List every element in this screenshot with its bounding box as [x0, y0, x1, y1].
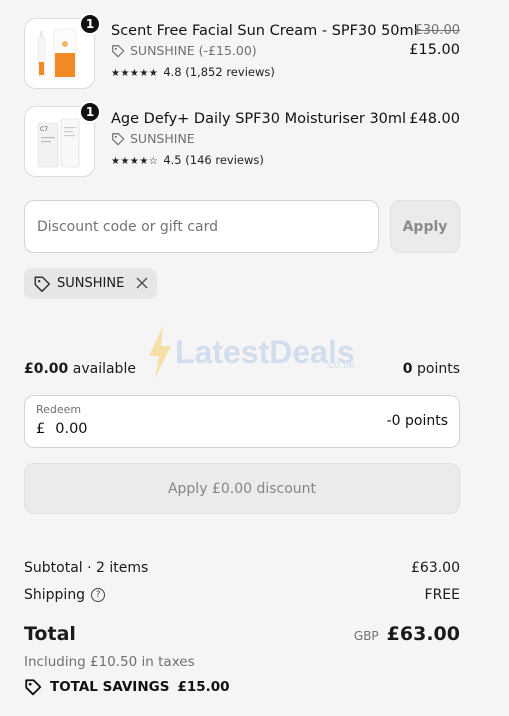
tax-note: Including £10.50 in taxes	[24, 654, 195, 670]
help-icon[interactable]: ?	[91, 588, 106, 602]
shipping-row: Shipping? FREE	[24, 587, 460, 603]
total-row: Total GBP £63.00	[24, 623, 460, 645]
currency-symbol: £	[36, 421, 46, 437]
discount-label: SUNSHINE (-£15.00)	[130, 43, 257, 58]
apply-points-discount-button[interactable]: Apply £0.00 discount	[24, 463, 460, 514]
item-price: £48.00	[409, 111, 460, 127]
points-available: £0.00 available	[24, 361, 136, 377]
price-block: £30.00 £15.00	[409, 23, 460, 58]
tag-icon	[34, 276, 51, 292]
applied-discount-chip: SUNSHINE	[24, 268, 158, 299]
original-price: £30.00	[414, 23, 461, 38]
tag-icon	[25, 679, 42, 696]
shipping-label: Shipping	[24, 587, 86, 603]
shipping-label-wrap: Shipping?	[24, 587, 106, 603]
savings-value: £15.00	[177, 679, 230, 695]
tag-icon	[112, 44, 125, 57]
points-label: points	[417, 361, 460, 377]
svg-text:C7: C7	[40, 126, 48, 133]
rating-text: 4.5 (146 reviews)	[163, 153, 264, 167]
cart-item: 1 Scent Free Facial Sun Cream - SPF30 50…	[24, 13, 460, 90]
shipping-value: FREE	[424, 587, 460, 603]
rating-text: 4.8 (1,852 reviews)	[163, 65, 275, 79]
redeem-value: 0.00	[55, 421, 88, 437]
item-price: £15.00	[409, 42, 460, 58]
available-amount: £0.00	[24, 361, 69, 377]
savings-label: TOTAL SAVINGS	[50, 679, 170, 695]
total-currency: GBP	[353, 629, 379, 643]
redeem-points: -0 points	[386, 413, 448, 429]
cart-item: C7 1 Age Defy+ Daily SPF30 Moisturiser 3…	[24, 101, 460, 178]
applied-code-label: SUNSHINE	[57, 276, 125, 291]
redeem-label: Redeem	[36, 403, 82, 416]
star-rating-icon: ★★★★☆	[111, 156, 159, 167]
item-discount: SUNSHINE	[111, 131, 195, 146]
points-balance: 0 points	[403, 361, 460, 377]
total-amount-wrap: GBP £63.00	[354, 623, 460, 645]
subtotal-value: £63.00	[411, 560, 460, 576]
subtotal-label: Subtotal · 2 items	[24, 560, 149, 576]
points-row: £0.00 available 0 points	[24, 361, 460, 377]
item-name[interactable]: Age Defy+ Daily SPF30 Moisturiser 30ml	[111, 111, 406, 127]
star-rating-icon: ★★★★★	[111, 68, 159, 79]
remove-discount-icon[interactable]	[136, 274, 148, 293]
total-savings: TOTAL SAVINGS £15.00	[24, 678, 230, 696]
quantity-badge: 1	[79, 13, 101, 35]
discount-label: SUNSHINE	[130, 131, 195, 146]
quantity-badge: 1	[79, 101, 101, 123]
item-rating: ★★★★☆ 4.5 (146 reviews)	[111, 153, 264, 167]
subtotal-row: Subtotal · 2 items £63.00	[24, 560, 460, 576]
item-name[interactable]: Scent Free Facial Sun Cream - SPF30 50ml	[111, 23, 418, 39]
redeem-amount[interactable]: £0.00	[36, 421, 88, 437]
total-amount: £63.00	[386, 623, 460, 645]
item-discount: SUNSHINE (-£15.00)	[111, 43, 257, 58]
item-rating: ★★★★★ 4.8 (1,852 reviews)	[111, 65, 275, 79]
tag-icon	[112, 132, 125, 145]
price-block: £48.00	[409, 111, 460, 127]
discount-code-input[interactable]	[24, 200, 379, 253]
redeem-input[interactable]: Redeem £0.00 -0 points	[24, 395, 460, 448]
total-label: Total	[24, 623, 76, 645]
points-value: 0	[402, 361, 413, 377]
available-label: available	[72, 361, 136, 377]
apply-discount-button[interactable]: Apply	[390, 200, 460, 253]
